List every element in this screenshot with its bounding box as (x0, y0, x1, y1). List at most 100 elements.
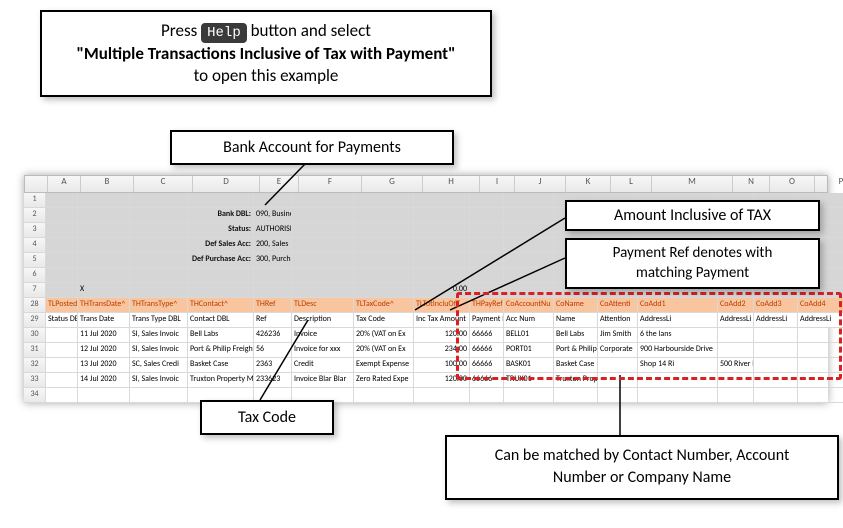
table-cell[interactable]: Port & Philip Fre (554, 343, 598, 358)
cell[interactable]: Bank DBL: (188, 208, 254, 223)
cell[interactable] (470, 208, 504, 223)
table-header[interactable]: THTransDate^ (78, 298, 130, 313)
cell[interactable] (46, 238, 78, 253)
table-cell[interactable]: Basket Case (188, 358, 254, 373)
col-header[interactable]: J (515, 176, 566, 192)
table-cell[interactable] (718, 343, 754, 358)
table-cell[interactable] (46, 373, 78, 388)
table-cell[interactable] (354, 388, 414, 403)
col-header[interactable]: C (134, 176, 193, 192)
cell[interactable] (254, 268, 292, 283)
cell[interactable] (78, 268, 130, 283)
cell[interactable] (470, 238, 504, 253)
table-cell[interactable]: SI, Sales Invoic (130, 328, 188, 343)
cell[interactable] (46, 208, 78, 223)
cell[interactable] (470, 268, 504, 283)
cell[interactable] (414, 193, 470, 208)
table-cell[interactable] (46, 388, 78, 403)
table-cell[interactable]: 14 Jul 2020 (78, 373, 130, 388)
table-cell[interactable]: 20% (VAT on Ex (354, 328, 414, 343)
table-cell[interactable]: 66666 (470, 328, 504, 343)
cell[interactable] (470, 193, 504, 208)
cell[interactable] (292, 253, 354, 268)
cell[interactable]: X (78, 283, 130, 298)
cell[interactable] (292, 193, 354, 208)
row-number[interactable]: 6 (24, 268, 46, 283)
cell[interactable] (292, 283, 354, 298)
cell[interactable] (504, 283, 554, 298)
cell[interactable] (46, 223, 78, 238)
col-header[interactable]: G (362, 176, 423, 192)
table-cell[interactable]: 120.00 (414, 373, 470, 388)
col-header[interactable]: I (480, 176, 515, 192)
table-cell[interactable]: 500 River Road (718, 358, 754, 373)
table-cell[interactable] (798, 388, 843, 403)
cell[interactable]: Def Sales Acc: (188, 238, 254, 253)
cell[interactable] (504, 238, 554, 253)
cell[interactable] (254, 193, 292, 208)
table-cell[interactable]: Invoice Blar Blar (292, 373, 354, 388)
table-cell[interactable] (598, 373, 638, 388)
cell[interactable] (130, 208, 188, 223)
row-number[interactable]: 1 (24, 193, 46, 208)
cell[interactable] (130, 283, 188, 298)
table-cell[interactable]: 12 Jul 2020 (78, 343, 130, 358)
table-header[interactable]: THTransType^ (130, 298, 188, 313)
table-cell[interactable] (754, 358, 798, 373)
table-cell[interactable]: Bell Labs (188, 328, 254, 343)
row-number[interactable]: 30 (24, 328, 46, 343)
row-number[interactable]: 2 (24, 208, 46, 223)
table-cell[interactable] (638, 373, 718, 388)
cell[interactable] (414, 268, 470, 283)
cell[interactable] (354, 268, 414, 283)
cell[interactable] (470, 223, 504, 238)
row-number[interactable]: 3 (24, 223, 46, 238)
col-header[interactable]: D (193, 176, 260, 192)
table-subheader[interactable]: Trans Type DBL (130, 313, 188, 328)
table-cell[interactable] (754, 343, 798, 358)
table-cell[interactable] (798, 343, 843, 358)
cell[interactable] (188, 193, 254, 208)
table-cell[interactable]: 56 (254, 343, 292, 358)
table-subheader[interactable]: Description (292, 313, 354, 328)
cell[interactable] (414, 253, 470, 268)
cell[interactable] (504, 208, 554, 223)
table-cell[interactable]: Jim Smith (598, 328, 638, 343)
row-number[interactable]: 32 (24, 358, 46, 373)
table-subheader[interactable]: Name (554, 313, 598, 328)
col-header[interactable]: A (48, 176, 81, 192)
cell[interactable] (188, 283, 254, 298)
table-cell[interactable]: 20% (VAT on Ex (354, 343, 414, 358)
table-cell[interactable] (598, 358, 638, 373)
cell[interactable]: Status: (188, 223, 254, 238)
table-cell[interactable] (798, 358, 843, 373)
col-header[interactable] (25, 176, 48, 192)
cell[interactable]: 300, Purchases (254, 253, 292, 268)
cell[interactable] (292, 223, 354, 238)
table-header[interactable]: THRef (254, 298, 292, 313)
row-number[interactable]: 33 (24, 373, 46, 388)
table-cell[interactable]: 66666 (470, 373, 504, 388)
cell[interactable] (504, 253, 554, 268)
table-subheader[interactable]: Attention (598, 313, 638, 328)
table-cell[interactable]: Invoice (292, 328, 354, 343)
table-cell[interactable] (638, 388, 718, 403)
cell[interactable]: 200, Sales (254, 238, 292, 253)
table-subheader[interactable]: AddressLi (754, 313, 798, 328)
table-cell[interactable]: TRUX01 (504, 373, 554, 388)
table-cell[interactable]: Basket Case (554, 358, 598, 373)
cell[interactable] (46, 193, 78, 208)
table-cell[interactable] (78, 388, 130, 403)
cell[interactable] (292, 238, 354, 253)
table-header[interactable]: TLPosted (46, 298, 78, 313)
table-header[interactable]: CoAdd1 (638, 298, 718, 313)
cell[interactable] (292, 208, 354, 223)
table-subheader[interactable]: Ref (254, 313, 292, 328)
cell[interactable] (78, 238, 130, 253)
table-subheader[interactable]: Payment Ref (470, 313, 504, 328)
table-header[interactable]: CoAttenti (598, 298, 638, 313)
table-cell[interactable]: 120.00 (414, 328, 470, 343)
row-number[interactable]: 7 (24, 283, 46, 298)
table-cell[interactable]: SI, Sales Invoic (130, 343, 188, 358)
row-number[interactable]: 34 (24, 388, 46, 403)
